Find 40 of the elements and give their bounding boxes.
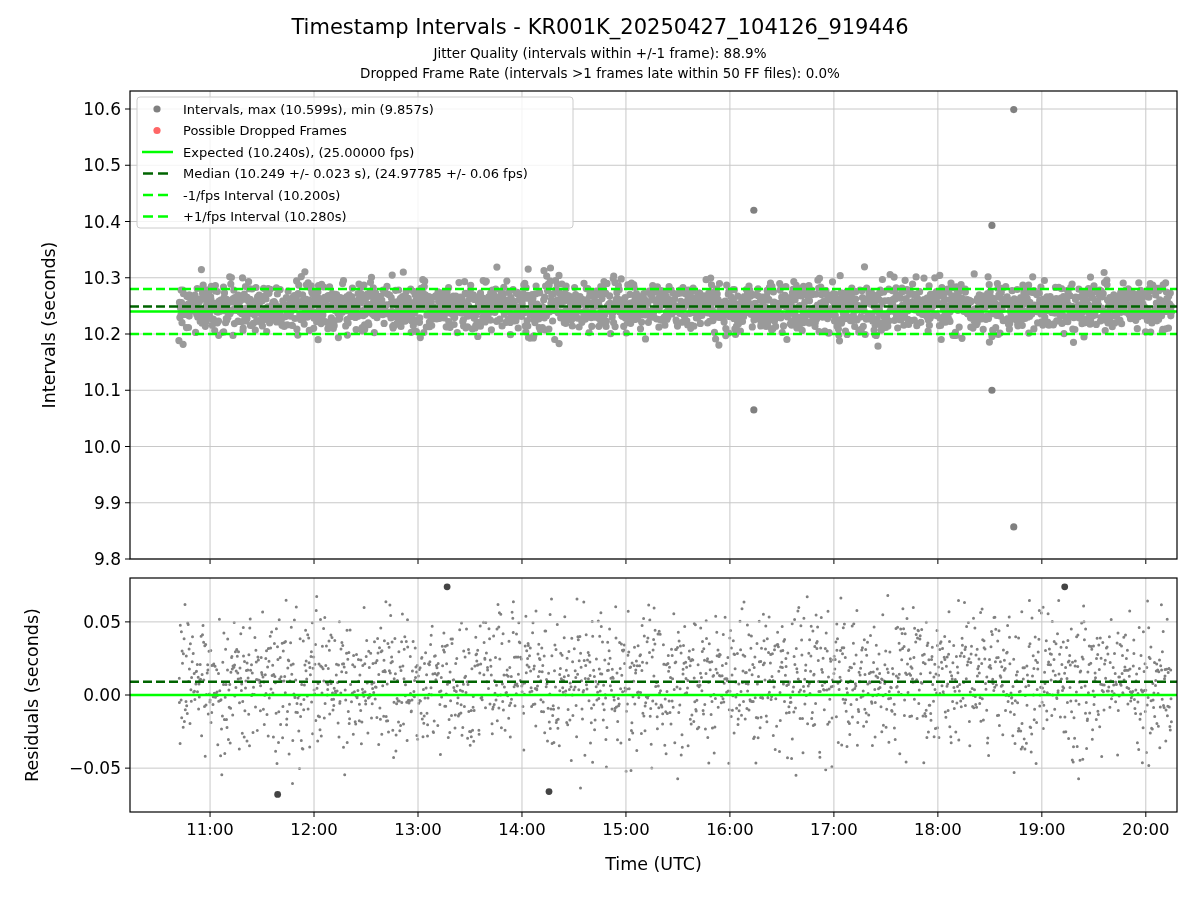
chart-subtitle: Dropped Frame Rate (intervals >1 frames late within 50 FF files): 0.0% bbox=[360, 64, 840, 83]
tick-label: 10.0 bbox=[83, 436, 121, 457]
tick-label: 9.8 bbox=[93, 549, 121, 568]
legend-label: Median (10.249 +/- 0.023 s), (24.97785 +/- 0.06 fps) bbox=[183, 166, 528, 181]
tick-label: 12:00 bbox=[290, 820, 338, 839]
tick-label: 10.6 bbox=[83, 99, 121, 119]
tick-label: 16:00 bbox=[706, 820, 754, 839]
tick-label: 17:00 bbox=[810, 820, 858, 839]
tick-label: 15:00 bbox=[602, 820, 650, 839]
data-point bbox=[1010, 105, 1018, 114]
tick-label: −0.05 bbox=[68, 758, 121, 779]
tick-label: 0.05 bbox=[83, 611, 121, 632]
tick-label: 10.5 bbox=[83, 155, 121, 176]
tick-label: 19:00 bbox=[1018, 820, 1066, 839]
tick-label: 14:00 bbox=[498, 820, 546, 839]
tick-label: 10.3 bbox=[83, 267, 121, 288]
chart-subtitle: Jitter Quality (intervals within +/-1 frame): 88.9% bbox=[433, 44, 767, 63]
legend-label: Intervals, max (10.599s), min (9.857s) bbox=[183, 101, 434, 117]
tick-label: 10.2 bbox=[83, 324, 121, 344]
legend-label: Possible Dropped Frames bbox=[183, 123, 347, 138]
legend-label: +1/fps Interval (10.280s) bbox=[183, 209, 347, 224]
tick-label: 13:00 bbox=[394, 820, 442, 839]
axis-title: Residuals (seconds) bbox=[22, 608, 42, 782]
data-point bbox=[1010, 523, 1018, 531]
axis-title: Time (UTC) bbox=[605, 854, 702, 874]
legend-label: Expected (10.240s), (25.00000 fps) bbox=[183, 144, 415, 160]
data-point bbox=[750, 406, 758, 414]
axis-title: Intervals (seconds) bbox=[39, 241, 59, 409]
data-point bbox=[750, 206, 758, 214]
tick-label: 10.1 bbox=[83, 380, 121, 401]
tick-label: 10.4 bbox=[83, 211, 121, 232]
data-point bbox=[988, 221, 996, 230]
chart-title: Timestamp Intervals - KR001K_20250427_104126_919446 bbox=[291, 14, 909, 40]
tick-label: 9.9 bbox=[93, 492, 121, 513]
tick-label: 20:00 bbox=[1122, 820, 1170, 839]
data-point bbox=[988, 386, 996, 394]
tick-label: 11:00 bbox=[186, 820, 234, 839]
tick-label: 18:00 bbox=[914, 820, 962, 839]
legend-label: -1/fps Interval (10.200s) bbox=[183, 187, 341, 203]
tick-label: 0.00 bbox=[83, 685, 121, 705]
